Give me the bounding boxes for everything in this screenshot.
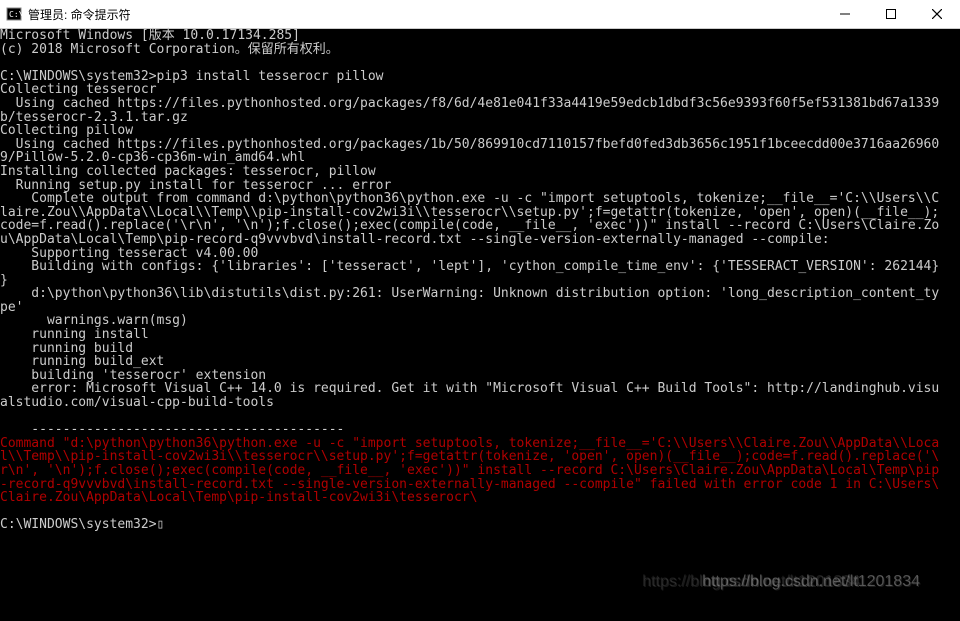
terminal-line: ---------------------------------------- (0, 423, 960, 437)
terminal-line: running install (0, 328, 960, 342)
terminal-line: Building with configs: {'libraries': ['t… (0, 260, 960, 274)
cmd-icon: C:\ (6, 6, 22, 22)
terminal-line: u\AppData\Local\Temp\pip-record-q9vvvbvd… (0, 233, 960, 247)
terminal-line (0, 56, 960, 70)
terminal-line: (c) 2018 Microsoft Corporation。保留所有权利。 (0, 43, 960, 57)
terminal-line: running build (0, 342, 960, 356)
terminal-line: Using cached https://files.pythonhosted.… (0, 138, 960, 152)
terminal-line: 9/Pillow-5.2.0-cp36-cp36m-win_amd64.whl (0, 151, 960, 165)
watermark: https://blog.csdn.net/lt1201834 https://… (702, 573, 920, 591)
terminal-output[interactable]: Microsoft Windows [版本 10.0.17134.285](c)… (0, 29, 960, 532)
terminal-line: l\\Temp\\pip-install-cov2wi3i\\tesserocr… (0, 450, 960, 464)
terminal-line: error: Microsoft Visual C++ 14.0 is requ… (0, 382, 960, 396)
terminal-line: Collecting tesserocr (0, 83, 960, 97)
terminal-line: warnings.warn(msg) (0, 314, 960, 328)
terminal-line: Command "d:\python\python36\python.exe -… (0, 437, 960, 451)
terminal-line: building 'tesserocr' extension (0, 369, 960, 383)
terminal-line: alstudio.com/visual-cpp-build-tools (0, 396, 960, 410)
terminal-line: Installing collected packages: tesserocr… (0, 165, 960, 179)
terminal-line: Using cached https://files.pythonhosted.… (0, 97, 960, 111)
terminal-line (0, 505, 960, 519)
terminal-line: Microsoft Windows [版本 10.0.17134.285] (0, 29, 960, 43)
terminal-line: } (0, 274, 960, 288)
terminal-line: C:\WINDOWS\system32>▯ (0, 518, 960, 532)
terminal-line: Running setup.py install for tesserocr .… (0, 179, 960, 193)
terminal-line: Complete output from command d:\python\p… (0, 192, 960, 206)
terminal-line (0, 410, 960, 424)
terminal-line: b/tesserocr-2.3.1.tar.gz (0, 111, 960, 125)
terminal-line: -record-q9vvvbvd\install-record.txt --si… (0, 478, 960, 492)
maximize-button[interactable] (868, 0, 914, 28)
terminal-line: code=f.read().replace('\r\n', '\n');f.cl… (0, 219, 960, 233)
terminal-line: C:\WINDOWS\system32>pip3 install tessero… (0, 70, 960, 84)
window-titlebar: C:\ 管理员: 命令提示符 (0, 0, 960, 29)
terminal-line: d:\python\python36\lib\distutils\dist.py… (0, 287, 960, 301)
window-controls (822, 0, 960, 28)
terminal-line: Supporting tesseract v4.00.00 (0, 247, 960, 261)
window-title: 管理员: 命令提示符 (28, 6, 822, 23)
close-button[interactable] (914, 0, 960, 28)
terminal-line: r\n', '\n');f.close();exec(compile(code,… (0, 464, 960, 478)
minimize-button[interactable] (822, 0, 868, 28)
terminal-line: pe' (0, 301, 960, 315)
terminal-line: Collecting pillow (0, 124, 960, 138)
terminal-line: laire.Zou\\AppData\\Local\\Temp\\pip-ins… (0, 206, 960, 220)
svg-text:C:\: C:\ (9, 10, 22, 19)
terminal-line: running build_ext (0, 355, 960, 369)
terminal-line: Claire.Zou\AppData\Local\Temp\pip-instal… (0, 491, 960, 505)
